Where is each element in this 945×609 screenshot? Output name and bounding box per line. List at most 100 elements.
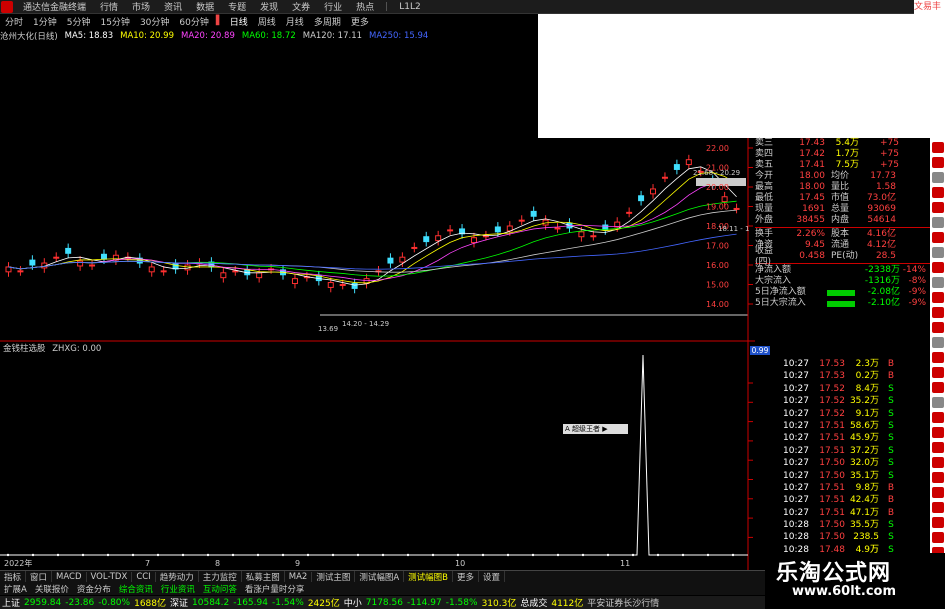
zx-index-label[interactable]: 中小 bbox=[342, 596, 364, 609]
indicator-tab[interactable]: 测试主图 bbox=[312, 570, 356, 583]
menu-item-news[interactable]: 资讯 bbox=[157, 0, 189, 13]
period-15min[interactable]: 15分钟 bbox=[95, 15, 134, 28]
indicator-tab[interactable]: 设置 bbox=[479, 570, 506, 583]
info-tab[interactable]: 互动问答 bbox=[199, 583, 241, 595]
trade-price: 17.50 bbox=[819, 520, 845, 531]
indicator-tab[interactable]: 测试幅图A bbox=[355, 570, 405, 583]
sidebar-tool-icon[interactable] bbox=[931, 217, 944, 228]
period-30min[interactable]: 30分钟 bbox=[135, 15, 174, 28]
indicator-tab[interactable]: 窗口 bbox=[26, 570, 53, 583]
sidebar-tool-icon[interactable] bbox=[931, 277, 944, 288]
sidebar-tool-icon[interactable] bbox=[931, 382, 944, 393]
sidebar-tool-icon[interactable] bbox=[931, 502, 944, 513]
info-tab[interactable]: 看涨户量时分享 bbox=[241, 583, 309, 595]
menu-item-data[interactable]: 数据 bbox=[189, 0, 221, 13]
sidebar-tool-icon[interactable] bbox=[931, 367, 944, 378]
stat-value: 38455 bbox=[796, 215, 825, 225]
sidebar-tool-icon[interactable] bbox=[931, 247, 944, 258]
trade-price: 17.53 bbox=[819, 359, 845, 369]
period-daily[interactable]: 日线 bbox=[225, 15, 253, 28]
menu-item-hot[interactable]: 热点 bbox=[349, 0, 381, 13]
info-tab[interactable]: 资金分布 bbox=[73, 583, 115, 595]
indicator-tab[interactable]: 主力监控 bbox=[199, 570, 242, 583]
period-60min[interactable]: 60分钟 bbox=[174, 15, 213, 28]
formula-popup[interactable]: A 超级王者 ▶ bbox=[563, 424, 628, 434]
trade-volume: 35.1万 bbox=[849, 470, 879, 481]
sh-index-label[interactable]: 上证 bbox=[0, 596, 22, 609]
indicator-dot bbox=[706, 553, 710, 557]
info-tab[interactable]: 行业资讯 bbox=[157, 583, 199, 595]
indicator-tab[interactable]: MACD bbox=[52, 571, 87, 582]
indicator-tab[interactable]: 趋势动力 bbox=[156, 570, 199, 583]
menu-item-discover[interactable]: 发现 bbox=[253, 0, 285, 13]
sidebar-tool-icon[interactable] bbox=[931, 487, 944, 498]
menu-item-market[interactable]: 市场 bbox=[125, 0, 157, 13]
sidebar-tool-icon[interactable] bbox=[931, 337, 944, 348]
sidebar-tool-icon[interactable] bbox=[931, 322, 944, 333]
indicator-tab[interactable]: VOL-TDX bbox=[87, 571, 133, 582]
trade-row: 10:28 17.50 35.5万 S bbox=[783, 519, 928, 531]
sidebar-tool-icon[interactable] bbox=[931, 532, 944, 543]
period-1min[interactable]: 1分钟 bbox=[28, 15, 62, 28]
sidebar-tool-icon[interactable] bbox=[931, 187, 944, 198]
sidebar-tool-icon[interactable] bbox=[931, 412, 944, 423]
period-more[interactable]: 更多 bbox=[346, 15, 374, 28]
indicator-tab[interactable]: 测试幅图B bbox=[404, 570, 453, 583]
flow-pct: -9% bbox=[908, 287, 926, 297]
trade-direction: B bbox=[887, 371, 895, 382]
sidebar-tool-icon[interactable] bbox=[931, 427, 944, 438]
sidebar-tool-icon[interactable] bbox=[931, 442, 944, 453]
period-monthly[interactable]: 月线 bbox=[281, 15, 309, 28]
info-tab[interactable]: 关联报价 bbox=[31, 583, 73, 595]
sidebar-tool-icon[interactable] bbox=[931, 232, 944, 243]
trade-volume: 45.9万 bbox=[849, 433, 879, 444]
sidebar-tool-icon[interactable] bbox=[931, 172, 944, 183]
money-flow-row: 5日大宗流入 -2.10亿 -9% bbox=[755, 298, 930, 309]
sidebar-tool-icon[interactable] bbox=[931, 352, 944, 363]
sidebar-tool-icon[interactable] bbox=[931, 262, 944, 273]
menu-item-topic[interactable]: 专题 bbox=[221, 0, 253, 13]
kline-chart[interactable]: 22.0021.0020.0019.0018.0017.0016.0015.00… bbox=[0, 138, 755, 570]
stat-value: 54614 bbox=[867, 215, 896, 225]
sidebar-tool-icon[interactable] bbox=[931, 457, 944, 468]
sidebar-tool-icon[interactable] bbox=[931, 202, 944, 213]
indicator-dot bbox=[381, 553, 385, 557]
sidebar-tool-icon[interactable] bbox=[931, 157, 944, 168]
fund-label: 股本 bbox=[831, 229, 850, 239]
sidebar-tool-icon[interactable] bbox=[931, 472, 944, 483]
candle-body bbox=[470, 237, 477, 244]
indicator-dot bbox=[631, 553, 635, 557]
indicator-tab[interactable]: 更多 bbox=[453, 570, 480, 583]
level-code[interactable]: L1L2 bbox=[392, 2, 427, 12]
trade-row: 10:27 17.52 8.4万 S bbox=[783, 383, 928, 395]
moving-average-layer bbox=[8, 166, 748, 316]
topbar-right-label[interactable]: 文易丰 bbox=[913, 0, 945, 14]
sz-index-label[interactable]: 深证 bbox=[168, 596, 190, 609]
info-tab[interactable]: 综合资讯 bbox=[115, 583, 157, 595]
menu-item-industry[interactable]: 行业 bbox=[317, 0, 349, 13]
sidebar-tool-icon[interactable] bbox=[931, 517, 944, 528]
candle-body bbox=[77, 260, 84, 267]
period-multi[interactable]: 多周期 bbox=[309, 15, 346, 28]
indicator-tab[interactable]: 私募主图 bbox=[242, 570, 285, 583]
trade-row: 10:27 17.51 37.2万 S bbox=[783, 445, 928, 457]
menu-item-quotes[interactable]: 行情 bbox=[93, 0, 125, 13]
indicator-tab[interactable]: MA2 bbox=[285, 571, 313, 582]
info-tab[interactable]: 扩展A bbox=[0, 583, 31, 595]
period-weekly[interactable]: 周线 bbox=[253, 15, 281, 28]
sidebar-tool-icon[interactable] bbox=[931, 142, 944, 153]
period-intraday[interactable]: 分时 bbox=[0, 15, 28, 28]
stat-row: 现量 1691 总量 93069 bbox=[755, 204, 930, 215]
indicator-tab[interactable]: CCI bbox=[132, 571, 156, 582]
flow-pct: -14% bbox=[902, 265, 926, 275]
indicator-tab[interactable]: 指标 bbox=[0, 570, 27, 583]
indicator-dot bbox=[681, 553, 685, 557]
sidebar-tool-icon[interactable] bbox=[931, 307, 944, 318]
sidebar-tool-icon[interactable] bbox=[931, 292, 944, 303]
period-5min[interactable]: 5分钟 bbox=[62, 15, 96, 28]
sidebar-tool-icon[interactable] bbox=[931, 397, 944, 408]
menu-item-wenquan[interactable]: 文券 bbox=[285, 0, 317, 13]
indicator-dot bbox=[506, 553, 510, 557]
sz-index-value: 10584.2 bbox=[192, 597, 230, 608]
money-flow-row: 大宗流入 -1316万 -8% bbox=[755, 276, 930, 287]
